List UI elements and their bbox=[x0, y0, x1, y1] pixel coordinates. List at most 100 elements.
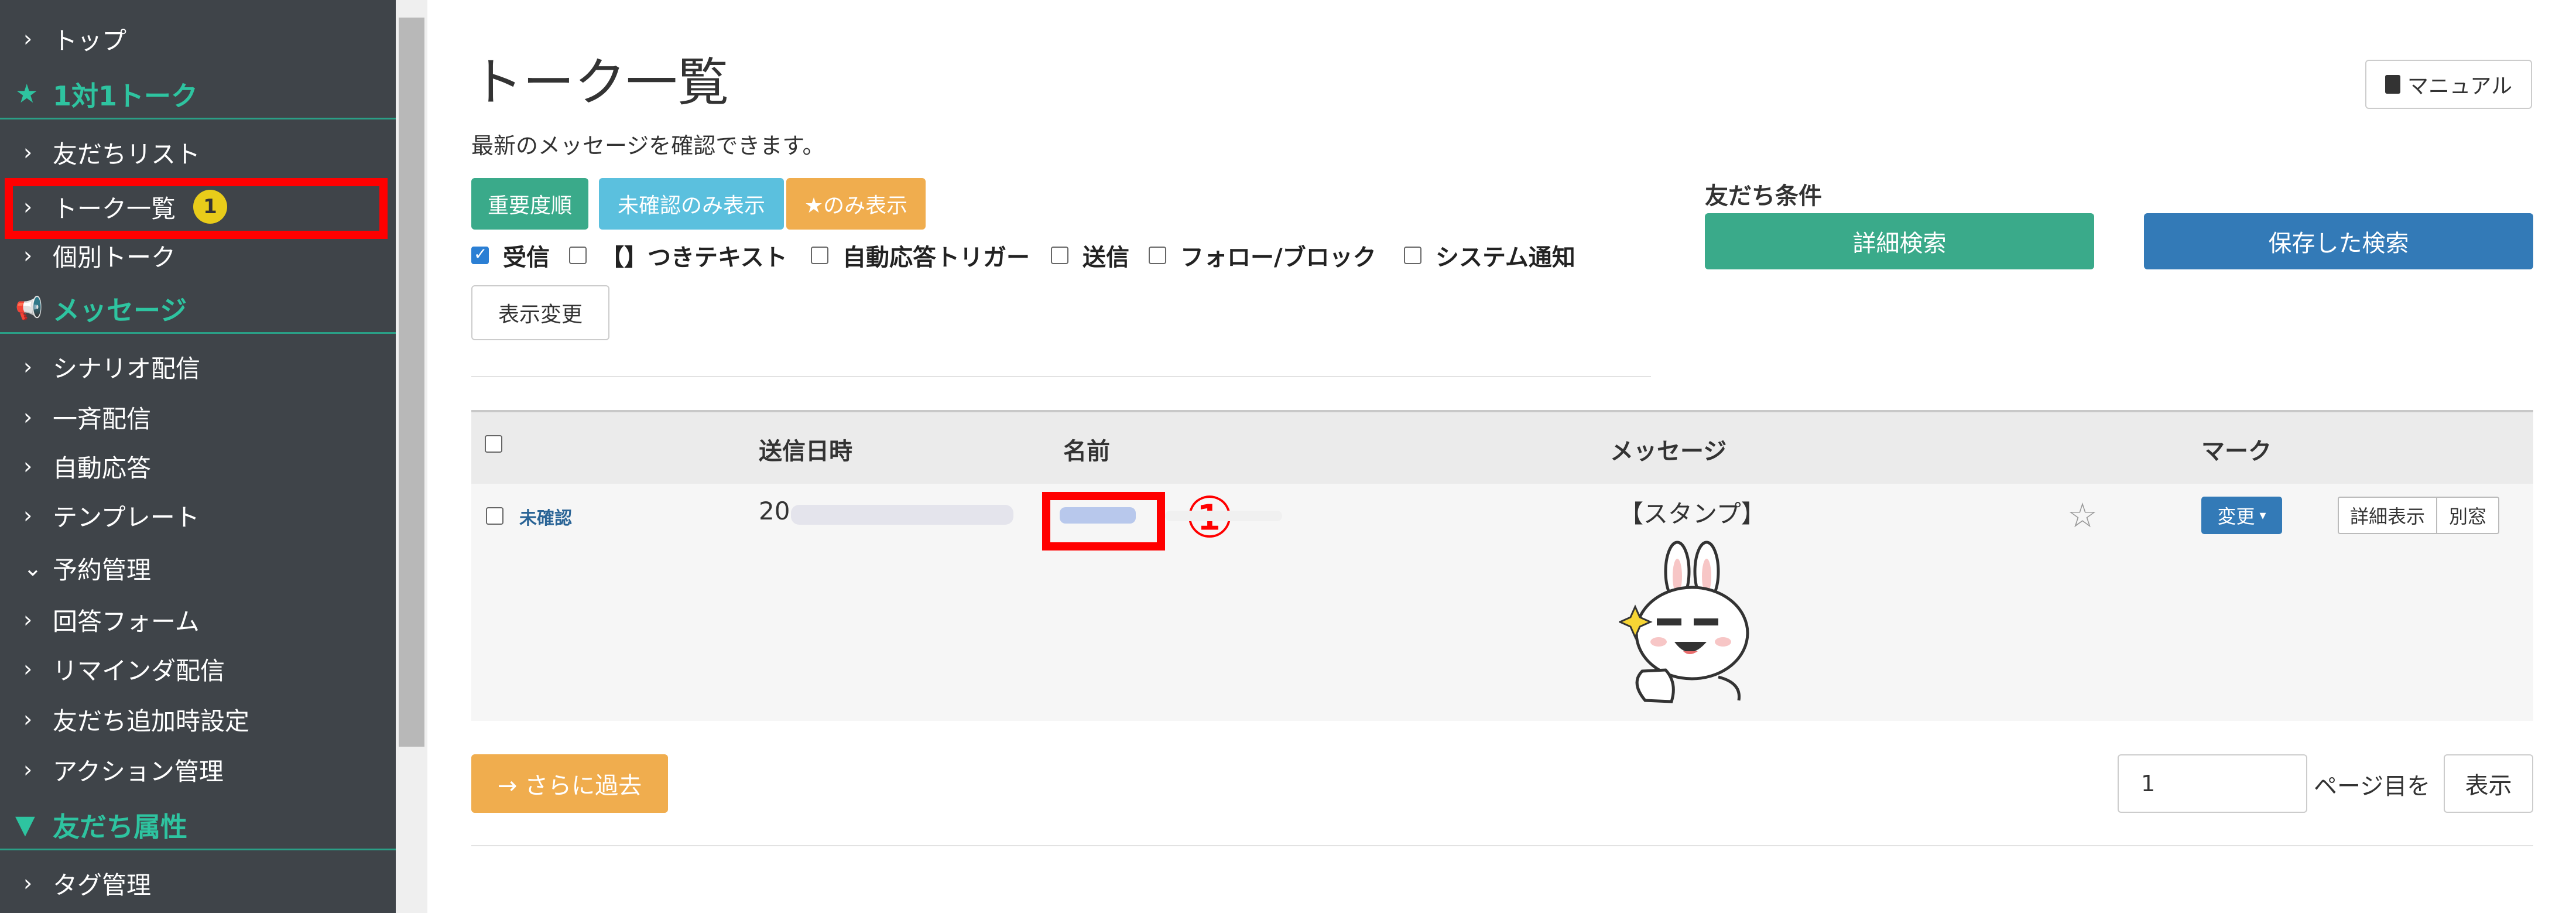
sidebar-item-action-management[interactable]: › アクション管理 bbox=[0, 746, 396, 793]
page-subtitle: 最新のメッセージを確認できます。 bbox=[471, 133, 825, 159]
megaphone-icon: 📢 bbox=[15, 295, 43, 321]
filter-bracket-text[interactable]: 【】つきテキスト bbox=[569, 238, 787, 272]
manual-button[interactable]: マニュアル bbox=[2365, 60, 2532, 109]
sent-at-prefix: 20 bbox=[759, 497, 790, 525]
chevron-right-icon: › bbox=[23, 656, 33, 682]
mark-change-dropdown[interactable]: 変更 ▾ bbox=[2201, 497, 2282, 534]
open-new-window-button[interactable]: 別窓 bbox=[2436, 497, 2499, 534]
chevron-right-icon: › bbox=[23, 453, 33, 479]
sidebar-item-auto-response[interactable]: › 自動応答 bbox=[0, 443, 396, 490]
column-header-name: 名前 bbox=[1063, 438, 1110, 465]
chevron-right-icon: › bbox=[23, 139, 33, 165]
filter-icon: ▼ bbox=[15, 810, 35, 840]
sidebar-section-one-on-one-talk[interactable]: ★ 1対1トーク bbox=[0, 70, 396, 119]
auto-response-trigger-checkbox[interactable] bbox=[811, 247, 828, 264]
chevron-right-icon: › bbox=[23, 870, 33, 896]
chevron-right-icon: › bbox=[23, 706, 33, 732]
star-only-button[interactable]: ★のみ表示 bbox=[786, 178, 926, 230]
chevron-right-icon: › bbox=[23, 757, 33, 782]
select-all-checkbox[interactable] bbox=[485, 435, 502, 453]
filter-auto-response-trigger[interactable]: 自動応答トリガー bbox=[811, 238, 1030, 272]
importance-order-button[interactable]: 重要度順 bbox=[471, 178, 588, 230]
table-row: 未確認 20 ① 【スタンプ】 ☆ 変更 ▾ 詳細表示 別窓 bbox=[471, 484, 2533, 721]
chevron-right-icon: › bbox=[23, 404, 33, 430]
filter-label: 受信 bbox=[503, 244, 550, 271]
friend-conditions-title: 友だち条件 bbox=[1705, 183, 1822, 210]
sidebar-item-label: リマインダ配信 bbox=[53, 656, 225, 685]
column-header-sent-at: 送信日時 bbox=[759, 438, 852, 465]
filter-received[interactable]: 受信 bbox=[471, 238, 550, 272]
older-messages-button[interactable]: → さらに過去 bbox=[471, 754, 668, 813]
highlight-box-talk-list bbox=[5, 178, 388, 239]
unconfirmed-only-button[interactable]: 未確認のみ表示 bbox=[599, 178, 784, 230]
filter-label: システム通知 bbox=[1436, 244, 1575, 271]
rabbit-sticker-image bbox=[1619, 541, 1749, 703]
status-unconfirmed-link[interactable]: 未確認 bbox=[519, 504, 572, 529]
filter-sent[interactable]: 送信 bbox=[1051, 238, 1129, 272]
detail-view-button[interactable]: 詳細表示 bbox=[2338, 497, 2437, 534]
sidebar-item-scenario-delivery[interactable]: › シナリオ配信 bbox=[0, 343, 396, 390]
show-page-button[interactable]: 表示 bbox=[2444, 754, 2533, 813]
sidebar-item-template[interactable]: › テンプレート bbox=[0, 492, 396, 539]
sidebar-item-reminder[interactable]: › リマインダ配信 bbox=[0, 645, 396, 692]
filter-follow-block[interactable]: フォロー/ブロック bbox=[1149, 238, 1376, 272]
mark-change-label: 変更 bbox=[2217, 505, 2255, 528]
filter-label: 【】つきテキスト bbox=[601, 244, 787, 271]
sidebar-item-label: 自動応答 bbox=[53, 453, 152, 483]
manual-button-label: マニュアル bbox=[2407, 74, 2512, 98]
filter-label: フォロー/ブロック bbox=[1180, 244, 1376, 271]
divider bbox=[471, 376, 1651, 377]
sidebar-item-individual-talk[interactable]: › 個別トーク bbox=[0, 232, 396, 279]
sidebar-section-message[interactable]: 📢 メッセージ bbox=[0, 285, 396, 334]
sidebar-item-top[interactable]: › トップ bbox=[0, 15, 396, 62]
filter-label: 送信 bbox=[1083, 244, 1129, 271]
sidebar-section-label: メッセージ bbox=[53, 294, 187, 326]
detail-search-button[interactable]: 詳細検索 bbox=[1705, 213, 2094, 269]
follow-block-checkbox[interactable] bbox=[1149, 247, 1166, 264]
sidebar-item-label: トップ bbox=[53, 26, 127, 55]
column-header-mark: マーク bbox=[2201, 438, 2272, 465]
chevron-down-icon: ⌄ bbox=[23, 555, 42, 581]
sidebar-item-label: タグ管理 bbox=[53, 870, 152, 900]
sidebar-item-reservation[interactable]: ⌄ 予約管理 bbox=[0, 545, 396, 591]
sidebar-item-label: アクション管理 bbox=[53, 757, 224, 786]
star-mark-icon[interactable]: ☆ bbox=[2067, 495, 2098, 535]
blurred-text bbox=[1165, 511, 1282, 521]
page-suffix-label: ページ目を bbox=[2314, 773, 2431, 800]
sidebar-item-friend-list[interactable]: › 友だちリスト bbox=[0, 129, 396, 176]
book-icon bbox=[2385, 75, 2401, 94]
sidebar-item-label: 個別トーク bbox=[53, 242, 176, 272]
sidebar-item-label: 友だち追加時設定 bbox=[53, 706, 250, 736]
sent-checkbox[interactable] bbox=[1051, 247, 1068, 264]
bracket-text-checkbox[interactable] bbox=[569, 247, 587, 264]
sidebar-section-friend-attributes[interactable]: ▼ 友だち属性 bbox=[0, 801, 396, 850]
highlight-box-name bbox=[1042, 492, 1165, 550]
sidebar-item-label: テンプレート bbox=[53, 502, 200, 532]
sidebar-section-label: 1対1トーク bbox=[53, 80, 198, 112]
chevron-right-icon: › bbox=[23, 242, 33, 268]
saved-search-button[interactable]: 保存した検索 bbox=[2144, 213, 2533, 269]
sidebar-item-friend-add-settings[interactable]: › 友だち追加時設定 bbox=[0, 696, 396, 743]
system-notification-checkbox[interactable] bbox=[1404, 247, 1421, 264]
sidebar-item-label: 友だちリスト bbox=[53, 139, 201, 169]
received-checkbox[interactable] bbox=[471, 244, 489, 264]
filter-system-notification[interactable]: システム通知 bbox=[1404, 238, 1575, 272]
sidebar-item-bulk-delivery[interactable]: › 一斉配信 bbox=[0, 394, 396, 440]
sidebar-item-tag-management[interactable]: › タグ管理 bbox=[0, 860, 396, 907]
caret-down-icon: ▾ bbox=[2259, 508, 2266, 523]
star-icon: ★ bbox=[15, 79, 39, 109]
sidebar-item-label: シナリオ配信 bbox=[53, 354, 201, 383]
sidebar-item-answer-form[interactable]: › 回答フォーム bbox=[0, 596, 396, 643]
row-checkbox[interactable] bbox=[486, 507, 503, 525]
blurred-timestamp bbox=[791, 505, 1013, 525]
chevron-right-icon: › bbox=[23, 354, 33, 379]
page-number-input[interactable] bbox=[2118, 754, 2307, 813]
chevron-right-icon: › bbox=[23, 26, 33, 52]
sidebar-item-label: 一斉配信 bbox=[53, 404, 152, 433]
chevron-right-icon: › bbox=[23, 607, 33, 632]
sidebar-item-label: 回答フォーム bbox=[53, 607, 200, 636]
apply-display-button[interactable]: 表示変更 bbox=[471, 285, 609, 340]
scrollbar-thumb[interactable] bbox=[399, 18, 424, 747]
sidebar: › トップ ★ 1対1トーク › 友だちリスト › トーク一覧 1 › 個別トー… bbox=[0, 0, 396, 913]
divider bbox=[471, 845, 2533, 846]
